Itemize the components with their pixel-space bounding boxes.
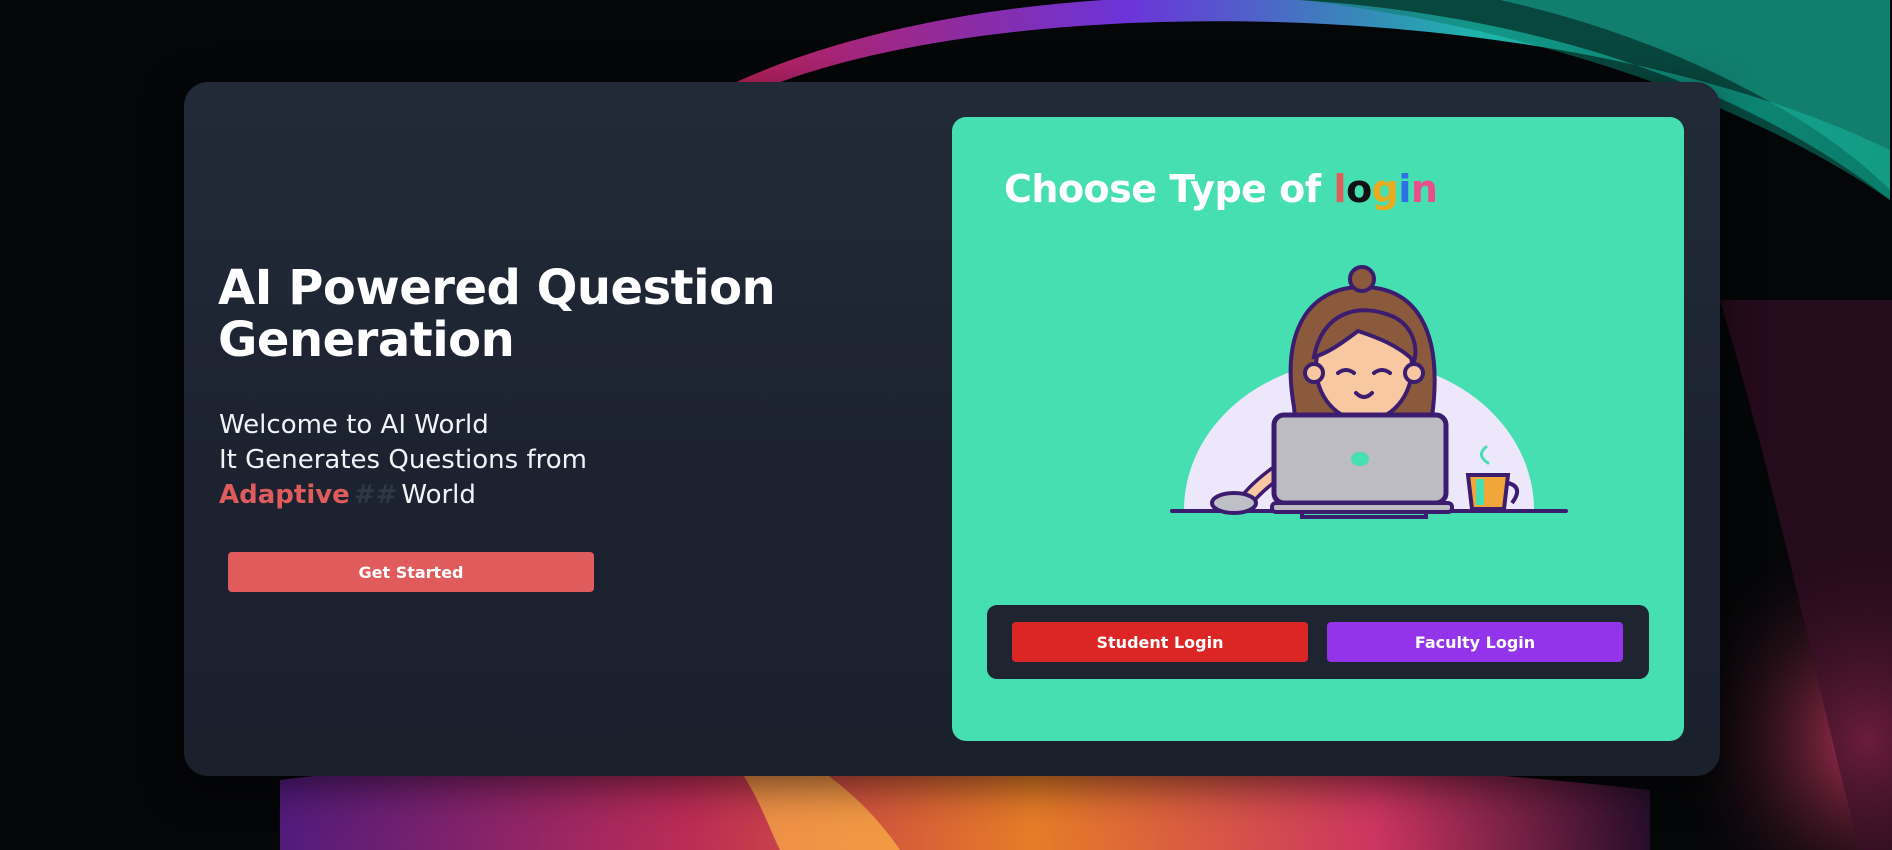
hero-title-line-1: AI Powered Question bbox=[218, 260, 776, 316]
hero-title: AI Powered Question Generation bbox=[218, 262, 858, 366]
student-login-button[interactable]: Student Login bbox=[1012, 622, 1308, 662]
login-options-bar: Student Login Faculty Login bbox=[987, 605, 1649, 679]
login-title-letter: o bbox=[1346, 167, 1372, 211]
typewriter-cursor: ## bbox=[353, 480, 398, 510]
hero-title-line-2: Generation bbox=[218, 312, 515, 368]
login-title-letter: l bbox=[1333, 167, 1347, 211]
woman-at-laptop-illustration bbox=[1170, 265, 1568, 519]
login-title-letter: n bbox=[1410, 167, 1438, 211]
login-title-letter: g bbox=[1371, 167, 1399, 211]
welcome-line-2: It Generates Questions from bbox=[219, 445, 587, 475]
main-card: AI Powered Question Generation Welcome t… bbox=[184, 82, 1720, 776]
faculty-login-button[interactable]: Faculty Login bbox=[1327, 622, 1623, 662]
login-title: Choose Type of login bbox=[1004, 167, 1438, 211]
login-title-prefix: Choose Type of bbox=[1004, 167, 1334, 211]
welcome-line-3: Adaptive ## World bbox=[219, 478, 587, 513]
login-panel: Choose Type of login Student Login Facul… bbox=[952, 117, 1684, 741]
get-started-button[interactable]: Get Started bbox=[228, 552, 594, 592]
typewriter-word: Adaptive bbox=[219, 480, 350, 510]
welcome-world-word: World bbox=[401, 480, 476, 510]
login-title-letter: i bbox=[1398, 167, 1411, 211]
welcome-text: Welcome to AI World It Generates Questio… bbox=[219, 408, 587, 513]
welcome-line-1: Welcome to AI World bbox=[219, 410, 489, 440]
